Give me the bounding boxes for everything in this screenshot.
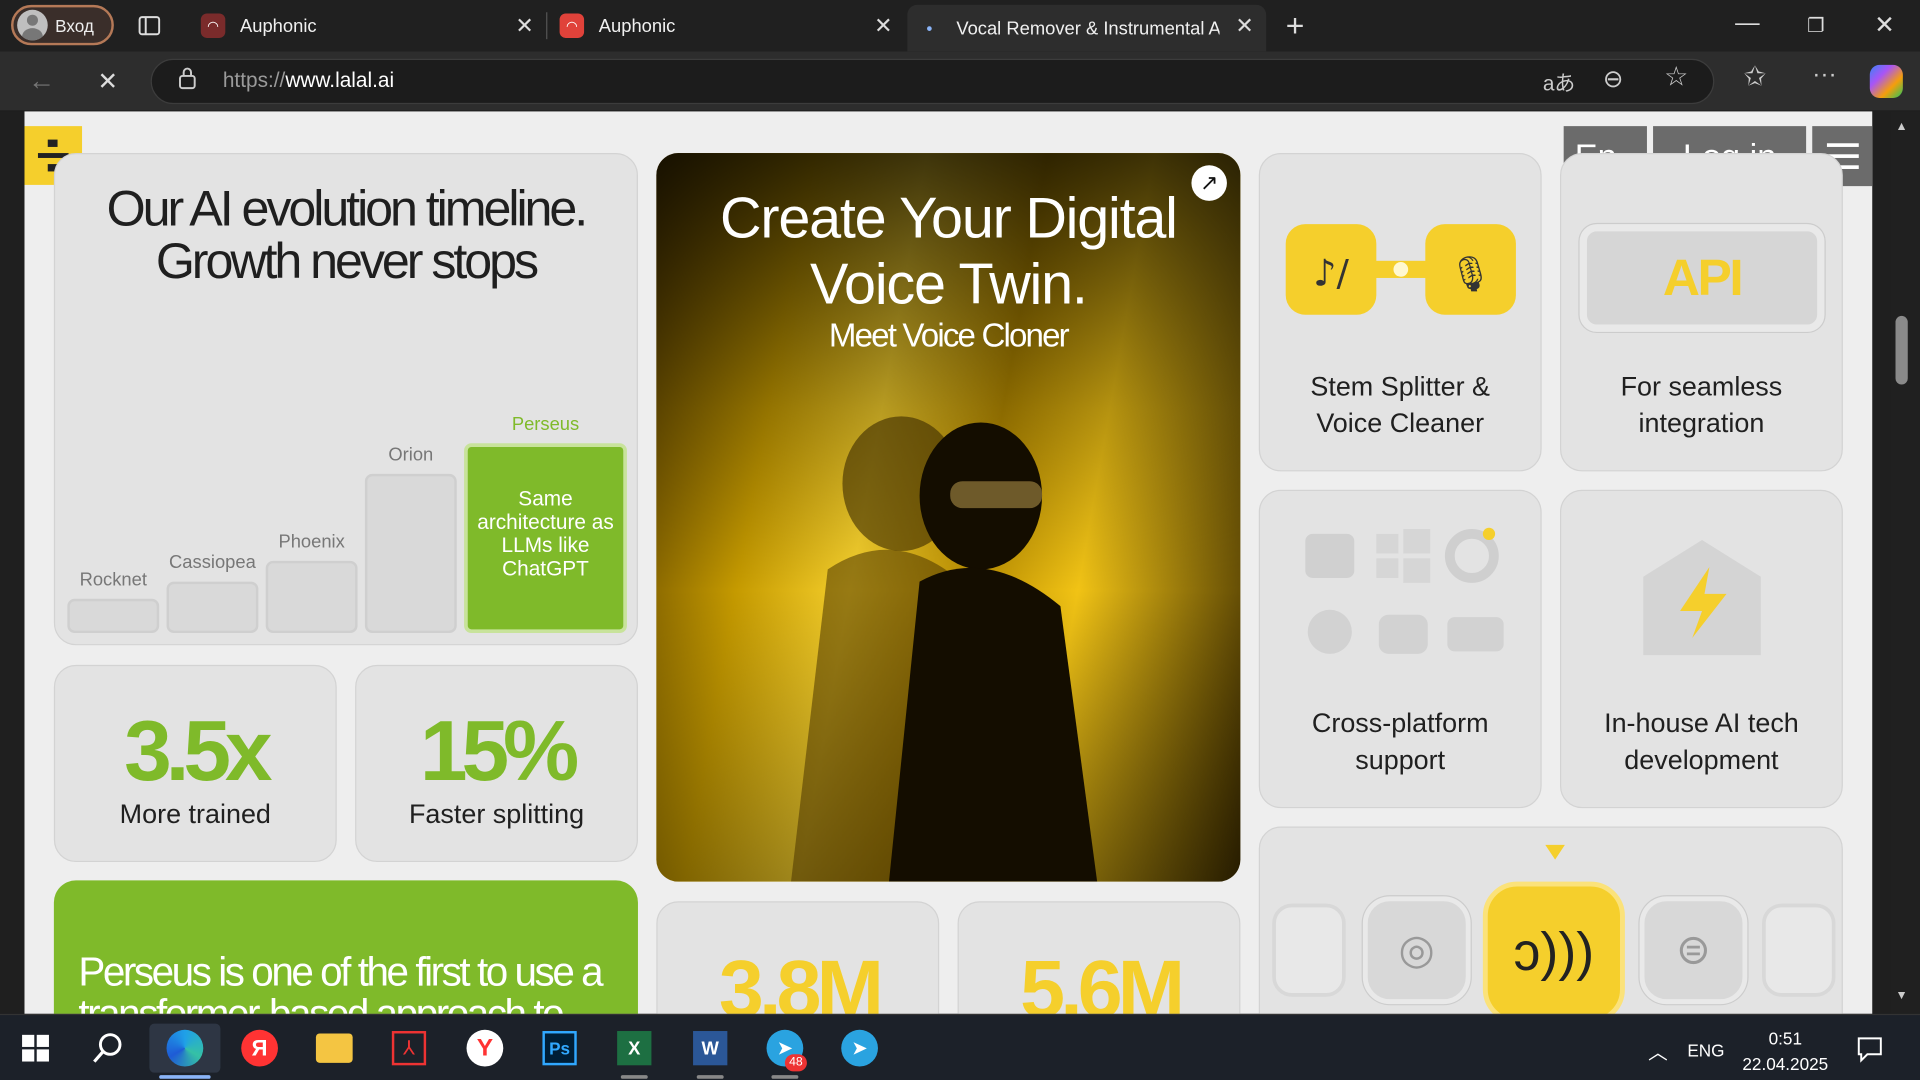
settings-more-icon[interactable]: ··· bbox=[1812, 61, 1836, 89]
timeline-bar-note: Same architecture as LLMs like ChatGPT bbox=[477, 486, 614, 580]
url-text[interactable]: https://www.lalal.ai bbox=[223, 69, 394, 93]
telegram-unread-badge: 48 bbox=[784, 1054, 807, 1072]
scroll-up-icon[interactable]: ▲ bbox=[1896, 120, 1908, 133]
minimize-icon[interactable]: — bbox=[1723, 10, 1772, 38]
copilot-icon[interactable] bbox=[1869, 64, 1903, 98]
stat-label: Faster splitting bbox=[408, 798, 585, 829]
stat-value: 3.5x bbox=[124, 702, 272, 799]
input-language[interactable]: ENG bbox=[1687, 1041, 1724, 1061]
scroll-down-icon[interactable]: ▼ bbox=[1896, 989, 1908, 1002]
tab-auphonic-2[interactable]: ◠ Auphonic ✕ bbox=[550, 0, 905, 51]
voice-cloner-promo-card[interactable]: Create Your Digital Voice Twin. Meet Voic… bbox=[656, 153, 1241, 882]
search-icon[interactable] bbox=[83, 1024, 132, 1073]
yandex-icon[interactable]: Я bbox=[235, 1024, 284, 1073]
feature-label: For seamless integration bbox=[1620, 371, 1783, 439]
favorite-star-icon[interactable]: ☆ bbox=[1664, 61, 1688, 93]
auphonic-favicon-icon: ◠ bbox=[200, 13, 226, 38]
profile-button[interactable]: Вход bbox=[11, 4, 114, 46]
timeline-bar-cassiopea bbox=[166, 581, 259, 634]
close-window-icon[interactable]: ✕ bbox=[1860, 10, 1909, 41]
big-stat-card-1: 3.8M bbox=[656, 901, 940, 1014]
tab-actions-icon[interactable] bbox=[136, 12, 163, 39]
photoshop-icon[interactable]: Ps bbox=[535, 1024, 584, 1073]
timeline-bar-phoenix bbox=[265, 561, 358, 634]
file-explorer-icon[interactable] bbox=[310, 1024, 359, 1073]
telegram-second-icon[interactable]: ➤ bbox=[835, 1024, 884, 1073]
feature-label: Stem Splitter & Voice Cleaner bbox=[1310, 371, 1491, 439]
big-stat-card-2: 5.6M bbox=[957, 901, 1241, 1014]
back-arrow-icon[interactable]: ← bbox=[24, 64, 58, 98]
timeline-model-label: Orion bbox=[388, 444, 434, 466]
timeline-bar-orion bbox=[364, 473, 457, 634]
close-tab-icon[interactable]: ✕ bbox=[874, 13, 892, 39]
auphonic-favicon-icon: ◠ bbox=[559, 13, 585, 38]
platforms-icon bbox=[1305, 527, 1504, 654]
favorites-icon[interactable]: ✩ bbox=[1744, 61, 1767, 93]
drum-icon[interactable]: ⊜ bbox=[1639, 896, 1748, 1005]
stop-loading-icon[interactable]: ✕ bbox=[91, 64, 125, 98]
feature-label: In-house AI tech development bbox=[1604, 707, 1799, 776]
notifications-icon[interactable] bbox=[1856, 1036, 1883, 1070]
edge-taskbar-icon[interactable] bbox=[149, 1023, 221, 1073]
carousel-item-edge[interactable] bbox=[1762, 903, 1836, 997]
api-badge: API bbox=[1579, 224, 1825, 332]
close-tab-icon[interactable]: ✕ bbox=[515, 13, 533, 39]
feature-label: Cross-platform support bbox=[1311, 707, 1489, 776]
acrobat-icon[interactable]: ⅄ bbox=[384, 1024, 433, 1073]
speaker-icon[interactable]: ◎ bbox=[1362, 896, 1471, 1005]
tab-lalal-active[interactable]: • Vocal Remover & Instrumental AI ✕ bbox=[907, 4, 1267, 52]
windows-taskbar bbox=[0, 1013, 1920, 1080]
carousel-item-edge[interactable] bbox=[1272, 903, 1346, 997]
excel-icon[interactable]: X bbox=[610, 1024, 659, 1073]
timeline-model-label: Rocknet bbox=[79, 569, 147, 591]
lightning-icon bbox=[1643, 540, 1761, 656]
big-stat-value: 5.6M bbox=[1020, 942, 1185, 1014]
lock-icon[interactable] bbox=[178, 66, 198, 97]
instrument-carousel-card[interactable]: ◎ ↄ))) ⊜ bbox=[1258, 826, 1843, 1014]
timeline-model-label: Phoenix bbox=[278, 531, 345, 553]
voice-icon[interactable]: ↄ))) bbox=[1482, 881, 1625, 1014]
svg-text:♪/: ♪/ bbox=[1313, 251, 1349, 294]
perseus-banner: Perseus is one of the first to use a tra… bbox=[53, 880, 638, 1014]
loading-icon: • bbox=[926, 18, 933, 38]
avatar bbox=[17, 9, 48, 41]
translate-icon[interactable]: aあ bbox=[1543, 66, 1575, 97]
promo-title: Create Your Digital Voice Twin. bbox=[720, 184, 1178, 316]
yandex-browser-icon[interactable]: Y bbox=[460, 1024, 509, 1073]
tab-title: Auphonic bbox=[598, 15, 676, 37]
open-arrow-icon[interactable]: ↗ bbox=[1191, 165, 1227, 201]
scrollbar-thumb[interactable] bbox=[1895, 315, 1908, 385]
web-page: En⌵ Log in Our AI evolution timeline.Gro… bbox=[24, 111, 1873, 1014]
stat-label: More trained bbox=[119, 798, 271, 829]
stem-splitter-icon: ♪/ 🎙 bbox=[1285, 224, 1516, 315]
new-tab-icon[interactable]: + bbox=[1286, 7, 1305, 45]
perseus-banner-text: Perseus is one of the first to use a tra… bbox=[78, 948, 603, 1014]
tab-title: Auphonic bbox=[240, 15, 317, 37]
stat-value: 15% bbox=[419, 702, 579, 799]
timeline-model-label: Perseus bbox=[511, 413, 580, 435]
windows-start-icon[interactable] bbox=[11, 1024, 60, 1073]
promo-subtitle: Meet Voice Cloner bbox=[828, 317, 1070, 354]
svg-text:🎙: 🎙 bbox=[1449, 254, 1493, 294]
timeline-model-label: Cassiopea bbox=[169, 552, 256, 574]
more-tools-icon[interactable]: ⊖ bbox=[1603, 64, 1624, 95]
tab-title: Vocal Remover & Instrumental AI bbox=[956, 17, 1220, 39]
big-stat-value: 3.8M bbox=[718, 942, 884, 1014]
timeline-title: Our AI evolution timeline. Growth never s… bbox=[106, 180, 589, 289]
word-icon[interactable]: W bbox=[686, 1024, 735, 1073]
profile-label: Вход bbox=[55, 15, 94, 35]
page-scrollbar[interactable] bbox=[1890, 111, 1920, 1014]
tab-auphonic-1[interactable]: ◠ Auphonic ✕ bbox=[191, 0, 546, 51]
selector-pointer-icon bbox=[1545, 844, 1565, 860]
restore-icon[interactable]: ❐ bbox=[1791, 13, 1840, 37]
taskbar-clock[interactable]: 0:51 22.04.2025 bbox=[1736, 1026, 1834, 1077]
close-tab-icon[interactable]: ✕ bbox=[1235, 13, 1253, 39]
tray-chevron-up-icon[interactable]: ︿ bbox=[1648, 1036, 1668, 1065]
timeline-bar-rocknet bbox=[67, 598, 160, 634]
